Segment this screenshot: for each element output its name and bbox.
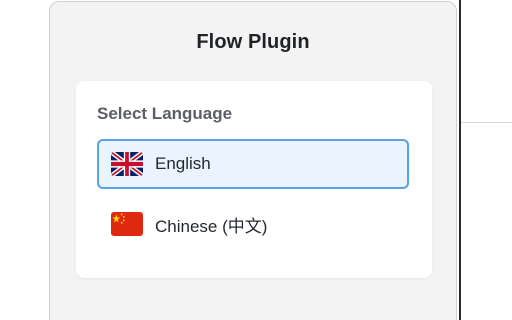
background-line: [461, 122, 512, 123]
screen: Flow Plugin Select Language English Chin…: [0, 0, 512, 320]
uk-flag-icon: [111, 152, 143, 176]
popup-title: Flow Plugin: [196, 31, 310, 53]
language-option-label: English: [155, 154, 211, 173]
language-option-chinese[interactable]: Chinese (中文): [97, 199, 409, 249]
plugin-popup: Flow Plugin Select Language English Chin…: [49, 1, 457, 320]
window-edge-divider: [459, 0, 461, 320]
background-left: [0, 0, 49, 320]
language-option-english[interactable]: English: [97, 139, 409, 189]
select-language-label: Select Language: [97, 104, 233, 123]
language-option-label: Chinese (中文): [155, 216, 268, 236]
background-right: [459, 0, 512, 320]
china-flag-icon: [111, 212, 143, 236]
language-card: Select Language English Chinese (中文): [76, 81, 432, 278]
